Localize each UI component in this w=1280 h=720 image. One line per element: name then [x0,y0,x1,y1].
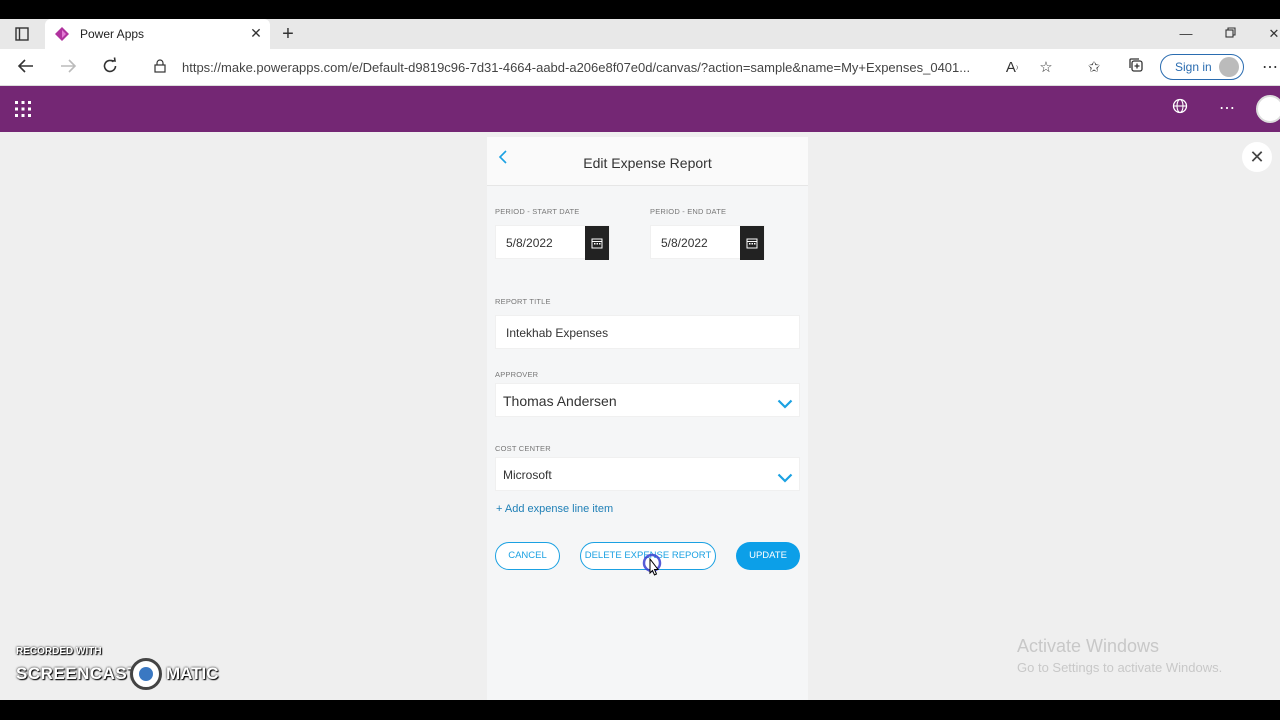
activate-windows-title: Activate Windows [1017,636,1160,656]
report-title-value: Intekhab Expenses [506,326,609,340]
top-black-bar [0,0,1280,19]
calendar-icon[interactable] [740,226,764,260]
update-button[interactable]: UPDATE [736,542,800,570]
cost-center-value: Microsoft [503,468,552,482]
forward-arrow-icon[interactable] [57,57,79,79]
end-date-label: PERIOD - END DATE [650,207,727,216]
power-apps-favicon [55,27,69,41]
sign-in-button[interactable]: Sign in [1160,54,1244,80]
avatar[interactable] [1256,95,1280,123]
favorites-icon[interactable]: ✩ [1083,57,1105,79]
matic-label: MATIC [166,664,219,683]
page-title: Edit Expense Report [583,155,712,171]
minimize-icon[interactable]: — [1176,24,1196,44]
calendar-icon[interactable] [585,226,609,260]
address-bar: https://make.powerapps.com/e/Default-d98… [0,49,1280,86]
approver-label: APPROVER [495,370,539,379]
tab-actions-icon[interactable] [12,25,32,43]
chevron-down-icon[interactable] [777,470,793,483]
approver-dropdown[interactable]: Thomas Andersen [495,383,800,417]
more-icon[interactable]: ⋯ [1262,57,1278,77]
power-apps-header: ⋯ [0,86,1280,132]
chevron-down-icon[interactable] [777,396,793,409]
globe-icon[interactable] [1169,98,1191,120]
url-field[interactable]: https://make.powerapps.com/e/Default-d98… [146,53,996,81]
approver-value: Thomas Andersen [503,393,617,409]
start-date-field[interactable]: 5/8/2022 [495,225,610,260]
lock-icon[interactable] [154,59,166,73]
screen: Power Apps ✕ + — ✕ https://make.powerapp… [0,0,1280,720]
recorded-with-label: RECORDED WITH [16,646,102,657]
close-app-button[interactable]: ✕ [1242,142,1272,172]
screencast-logo-icon [130,658,162,690]
cost-center-dropdown[interactable]: Microsoft [495,457,800,491]
sign-in-label: Sign in [1175,60,1212,74]
end-date-field[interactable]: 5/8/2022 [650,225,765,260]
start-date-label: PERIOD - START DATE [495,207,580,216]
expense-app: Edit Expense Report PERIOD - START DATE … [487,137,808,700]
screencast-label: SCREENCAST [16,664,139,683]
plus-icon[interactable]: + [278,24,298,44]
report-title-input[interactable]: Intekhab Expenses [495,315,800,349]
profile-icon [1219,57,1239,77]
mouse-cursor-icon [642,553,664,583]
add-expense-line-link[interactable]: + Add expense line item [496,503,613,515]
cancel-button[interactable]: CANCEL [495,542,560,570]
refresh-icon[interactable] [99,57,121,79]
end-date-value: 5/8/2022 [661,236,708,250]
start-date-value: 5/8/2022 [506,236,553,250]
back-arrow-icon[interactable] [15,57,37,79]
report-title-label: REPORT TITLE [495,297,551,306]
window-close-icon[interactable]: ✕ [1264,24,1280,44]
url-text[interactable]: https://make.powerapps.com/e/Default-d98… [182,60,970,75]
collections-icon[interactable] [1125,57,1147,79]
cost-center-label: COST CENTER [495,444,551,453]
tab-title: Power Apps [80,27,145,41]
waffle-icon[interactable] [14,100,32,118]
favorite-add-icon[interactable]: ☆ [1035,57,1057,79]
close-icon[interactable]: ✕ [248,25,264,41]
read-aloud-icon[interactable]: A⁾ [1001,57,1023,79]
bottom-black-bar [0,700,1280,720]
browser-tab[interactable]: Power Apps ✕ [45,19,270,49]
ellipsis-icon[interactable]: ⋯ [1216,98,1238,120]
restore-icon[interactable] [1220,24,1240,44]
app-header: Edit Expense Report [487,137,808,186]
activate-windows-subtitle: Go to Settings to activate Windows. [1017,660,1223,675]
tab-strip: Power Apps ✕ + — ✕ [0,19,1280,49]
